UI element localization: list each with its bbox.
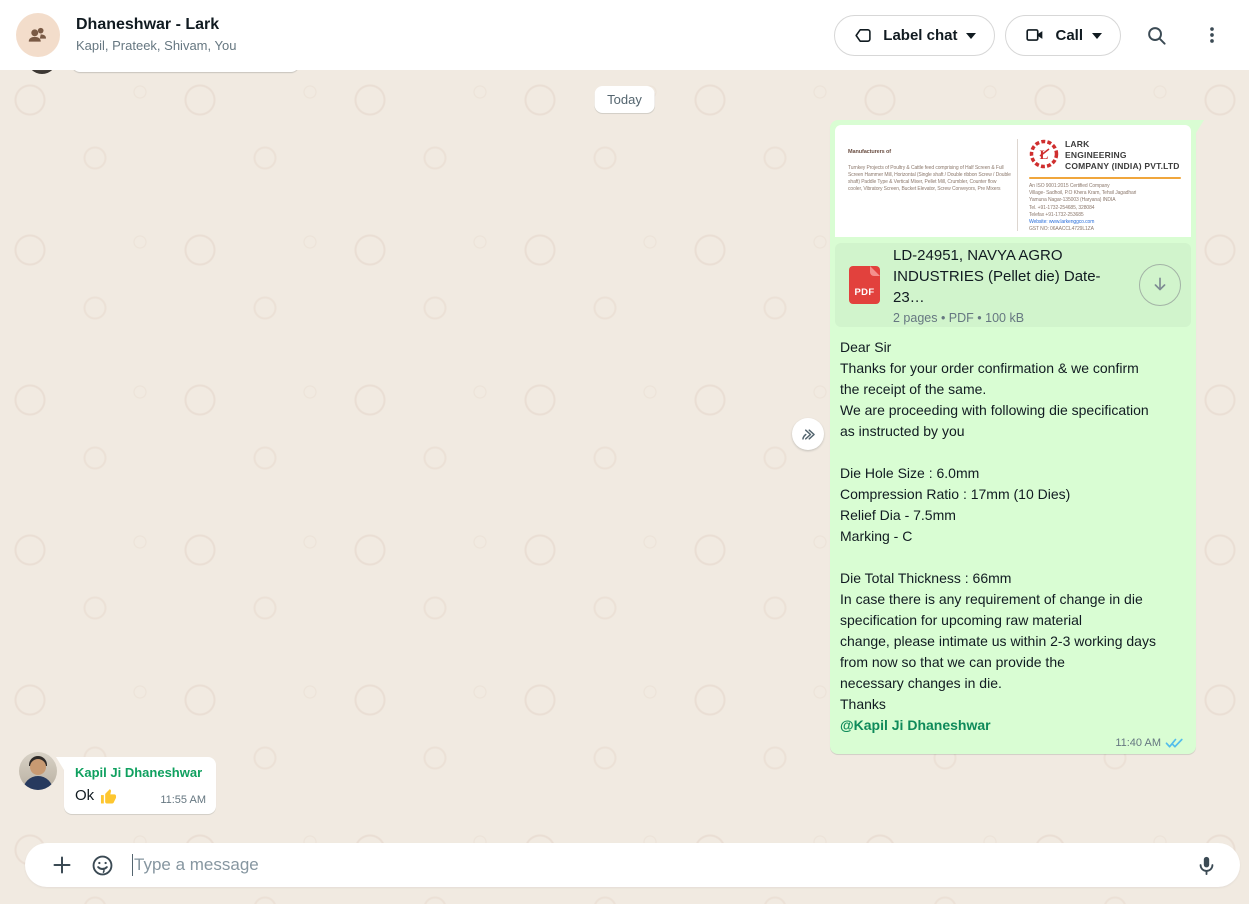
chat-title: Dhaneshwar - Lark — [76, 15, 834, 35]
chat-participants: Kapil, Prateek, Shivam, You — [76, 37, 834, 55]
incoming-message-line: Ok 11:55 AM — [75, 785, 206, 806]
incoming-message-text: Ok — [75, 785, 94, 806]
document-attachment[interactable]: PDF LD-24951, NAVYA AGRO INDUSTRIES (Pel… — [835, 243, 1191, 327]
date-divider: Today — [594, 86, 655, 113]
video-call-icon — [1024, 24, 1046, 46]
letterhead-details: An ISO 9001:2015 Certified Company Villa… — [1029, 183, 1187, 219]
outgoing-message-bubble: Manufacturers of Turnkey Projects of Pou… — [830, 120, 1196, 754]
text-cursor — [132, 854, 133, 876]
pdf-fold-corner — [870, 266, 880, 276]
letterhead-website: Website: www.larkenggco.com — [1029, 219, 1187, 226]
search-icon — [1145, 24, 1168, 47]
mic-icon — [1195, 854, 1218, 877]
chevron-down-icon — [966, 33, 976, 39]
letterhead-right: L LARK ENGINEERING COMPANY (INDIA) PVT.L… — [1029, 139, 1187, 233]
letterhead-company-name: LARK ENGINEERING COMPANY (INDIA) PVT.LTD — [1065, 139, 1180, 172]
document-meta: 2 pages • PDF • 100 kB — [893, 311, 1131, 325]
call-text: Call — [1055, 27, 1083, 44]
mention-link[interactable]: @Kapil Ji Dhaneshwar — [835, 715, 1191, 736]
download-icon — [1150, 275, 1170, 295]
incoming-message-bubble: Kapil Ji Dhaneshwar Ok 11:55 AM — [64, 757, 216, 814]
read-receipt-icon — [1165, 737, 1184, 749]
group-avatar[interactable] — [16, 13, 60, 57]
previous-message-avatar — [27, 70, 57, 74]
message-text: Dear Sir Thanks for your order confirmat… — [835, 327, 1191, 715]
download-button[interactable] — [1139, 264, 1181, 306]
label-chat-button[interactable]: Label chat — [834, 15, 995, 56]
call-button[interactable]: Call — [1005, 15, 1121, 56]
bubble-tail — [56, 757, 64, 770]
sender-avatar[interactable] — [19, 752, 57, 790]
search-button[interactable] — [1135, 14, 1177, 56]
attach-button[interactable] — [42, 845, 82, 885]
whatsapp-chat-window: Dhaneshwar - Lark Kapil, Prateek, Shivam… — [0, 0, 1249, 904]
label-chat-text: Label chat — [883, 27, 957, 44]
forward-button[interactable] — [792, 418, 824, 450]
document-filename: LD-24951, NAVYA AGRO INDUSTRIES (Pellet … — [893, 245, 1131, 308]
pdf-icon: PDF — [849, 266, 880, 304]
letterhead-gst: GST NO: 06AACCL4729L1ZA — [1029, 226, 1187, 233]
chat-title-block[interactable]: Dhaneshwar - Lark Kapil, Prateek, Shivam… — [76, 15, 834, 55]
kebab-menu-icon — [1201, 24, 1223, 46]
document-info: LD-24951, NAVYA AGRO INDUSTRIES (Pellet … — [893, 245, 1131, 325]
bubble-tail — [1196, 120, 1204, 133]
message-list[interactable]: Today Manufacturers of Turnkey Projects … — [0, 70, 1249, 904]
group-people-icon — [25, 22, 51, 48]
letterhead-left-text: Turnkey Projects of Poultry & Cattle fee… — [848, 165, 1011, 192]
sender-name[interactable]: Kapil Ji Dhaneshwar — [75, 764, 206, 782]
message-meta: 11:40 AM — [1115, 737, 1184, 749]
label-tag-icon — [853, 25, 874, 46]
letterhead-rule — [1029, 177, 1181, 179]
message-time: 11:40 AM — [1115, 737, 1161, 749]
message-composer — [25, 843, 1240, 887]
voice-message-button[interactable] — [1186, 845, 1226, 885]
header-actions: Label chat Call — [834, 14, 1233, 56]
letterhead-left-heading: Manufacturers of — [848, 149, 1014, 156]
sticker-button[interactable] — [82, 845, 122, 885]
plus-icon — [50, 853, 74, 877]
sticker-smiley-icon — [90, 853, 115, 878]
chat-header: Dhaneshwar - Lark Kapil, Prateek, Shivam… — [0, 0, 1249, 70]
letterhead-left: Manufacturers of Turnkey Projects of Pou… — [848, 142, 1014, 193]
previous-message-bubble — [72, 70, 299, 72]
thumbs-up-emoji — [99, 787, 118, 806]
chevron-down-icon — [1092, 33, 1102, 39]
letterhead-divider — [1017, 139, 1018, 231]
forward-icon — [799, 425, 818, 444]
message-input[interactable] — [134, 855, 1186, 875]
document-preview[interactable]: Manufacturers of Turnkey Projects of Pou… — [835, 125, 1191, 237]
menu-button[interactable] — [1191, 14, 1233, 56]
pdf-label: PDF — [855, 287, 875, 298]
incoming-message-time: 11:55 AM — [148, 794, 206, 806]
lark-logo: L — [1029, 139, 1059, 169]
